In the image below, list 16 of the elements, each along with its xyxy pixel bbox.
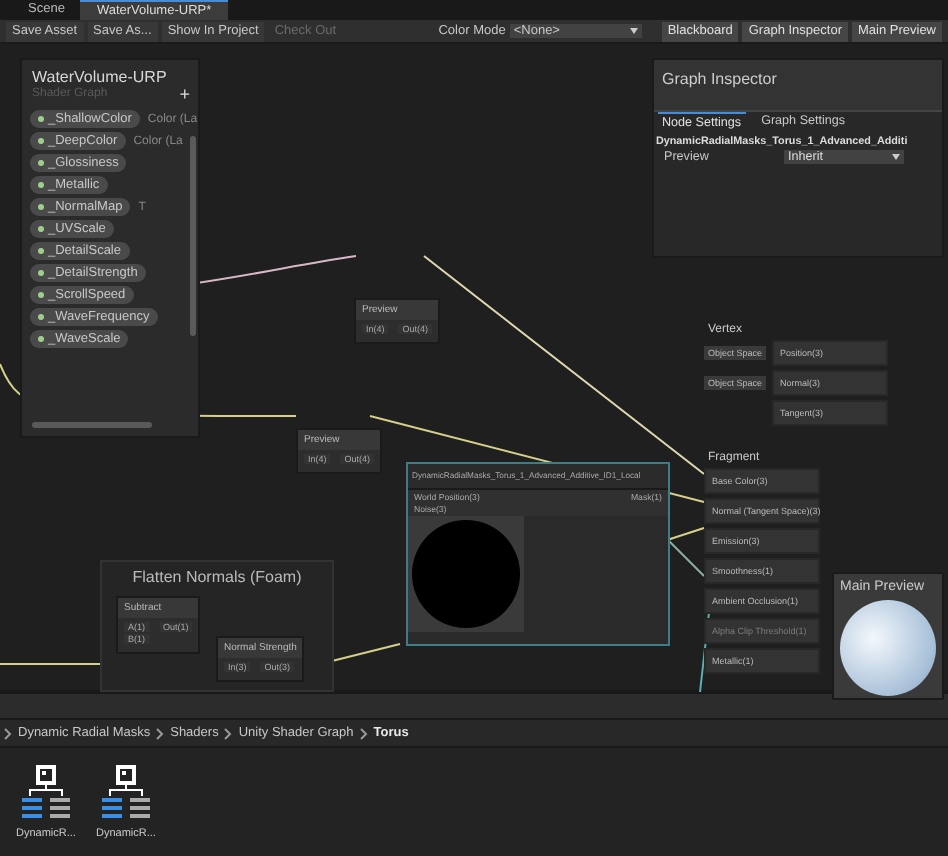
chevron-icon: [224, 727, 233, 740]
caret-icon: [892, 154, 900, 161]
add-property-button[interactable]: +: [179, 84, 190, 105]
chevron-icon: [4, 727, 12, 740]
caret-icon: [629, 28, 638, 35]
group-title: Flatten Normals (Foam): [130, 566, 304, 587]
scrollbar[interactable]: [32, 422, 152, 429]
panel-splitter[interactable]: [0, 690, 948, 721]
inspector-title: Graph Inspector: [654, 60, 942, 111]
shader-graph-icon[interactable]: [100, 764, 152, 824]
blackboard-title: WaterVolume-URP: [30, 66, 169, 87]
chevron-icon: [156, 727, 165, 740]
sphere-preview: [840, 600, 936, 697]
shader-graph-icon[interactable]: [20, 764, 72, 824]
scrollbar[interactable]: [190, 136, 196, 337]
chevron-icon: [359, 727, 368, 740]
